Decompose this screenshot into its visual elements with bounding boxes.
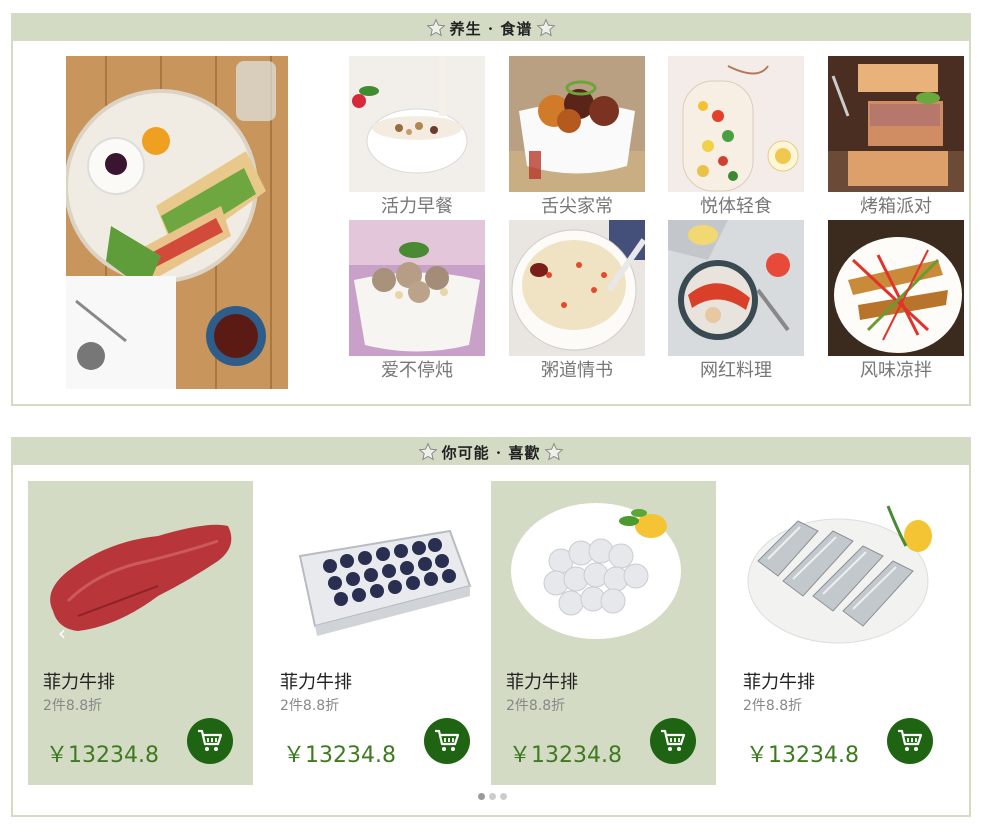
carousel-dot[interactable] [500,793,507,800]
carousel-dot[interactable] [478,793,485,800]
recipe-category-label: 烤箱派对 [860,196,932,217]
star-icon [544,442,564,461]
recipe-category-image [509,220,645,356]
cart-icon [898,729,923,751]
cart-icon [198,729,223,751]
product-card[interactable]: 菲力牛排 2件8.8折 ￥13234.8 [728,481,953,785]
star-icon [426,18,446,37]
recipe-hero-image[interactable] [66,56,288,389]
carousel-pagination [478,793,507,800]
recipe-panel: 养生 · 食谱 活力早餐 舌尖家常 悦体轻食 烤箱派对 爱不停炖 粥道情书 网红… [11,13,971,406]
product-card[interactable]: 菲力牛排 2件8.8折 ￥13234.8 [265,481,490,785]
product-price: ￥13234.8 [283,743,396,768]
recipe-category-tile[interactable]: 烤箱派对 [828,56,964,220]
recipe-category-label: 网红料理 [700,360,772,381]
product-card[interactable]: ‹ 菲力牛排 2件8.8折 ￥13234.8 [28,481,253,785]
recipe-category-image [668,56,804,192]
recipe-category-label: 活力早餐 [381,196,453,217]
recipe-category-label: 舌尖家常 [541,196,613,217]
product-image-blueberries [298,529,472,636]
product-name: 菲力牛排 [280,672,352,693]
product-image-shrimp [511,503,681,639]
recipe-category-label: 悦体轻食 [700,196,772,217]
recipe-category-tile[interactable]: 活力早餐 [349,56,485,220]
product-promo: 2件8.8折 [280,698,340,714]
carousel-dot[interactable] [489,793,496,800]
recipe-section-title: 养生 · 食谱 [449,19,533,38]
recipe-category-label: 风味凉拌 [860,360,932,381]
recipe-category-tile[interactable]: 风味凉拌 [828,220,964,384]
recommendations-section-title: 你可能 · 喜歡 [441,443,541,462]
add-to-cart-button[interactable] [887,718,933,764]
product-promo: 2件8.8折 [743,698,803,714]
product-image-hairtail-fish [747,505,932,644]
product-promo: 2件8.8折 [43,698,103,714]
recipe-category-image [668,220,804,356]
recipe-category-image [349,56,485,192]
product-price: ￥13234.8 [509,743,622,768]
product-name: 菲力牛排 [506,672,578,693]
product-price: ￥13234.8 [46,743,159,768]
product-promo: 2件8.8折 [506,698,566,714]
star-icon [536,18,556,37]
recipe-category-image [509,56,645,192]
recipe-category-image [828,56,964,192]
recipe-category-tile[interactable]: 爱不停炖 [349,220,485,384]
recommendations-panel-header: 你可能 · 喜歡 [13,439,969,465]
product-name: 菲力牛排 [743,672,815,693]
recipe-category-image [349,220,485,356]
product-card[interactable]: 菲力牛排 2件8.8折 ￥13234.8 [491,481,716,785]
recipe-category-label: 爱不停炖 [381,360,453,381]
recipe-category-tile[interactable]: 悦体轻食 [668,56,804,220]
recipe-panel-header: 养生 · 食谱 [13,15,969,41]
product-name: 菲力牛排 [43,672,115,693]
add-to-cart-button[interactable] [424,718,470,764]
add-to-cart-button[interactable] [187,718,233,764]
cart-icon [435,729,460,751]
star-icon [418,442,438,461]
recipe-category-tile[interactable]: 粥道情书 [509,220,645,384]
recommendations-panel: 你可能 · 喜歡 ‹ 菲力牛排 2件8.8折 ￥13234.8 菲力牛排 2件8… [11,437,971,817]
product-price: ￥13234.8 [746,743,859,768]
carousel-prev-icon[interactable]: ‹ [58,621,66,645]
recipe-category-tile[interactable]: 舌尖家常 [509,56,645,220]
cart-icon [661,729,686,751]
recipe-category-tile[interactable]: 网红料理 [668,220,804,384]
recipe-category-image [828,220,964,356]
add-to-cart-button[interactable] [650,718,696,764]
product-image-beef-steak [50,524,232,631]
recipe-category-label: 粥道情书 [541,360,613,381]
